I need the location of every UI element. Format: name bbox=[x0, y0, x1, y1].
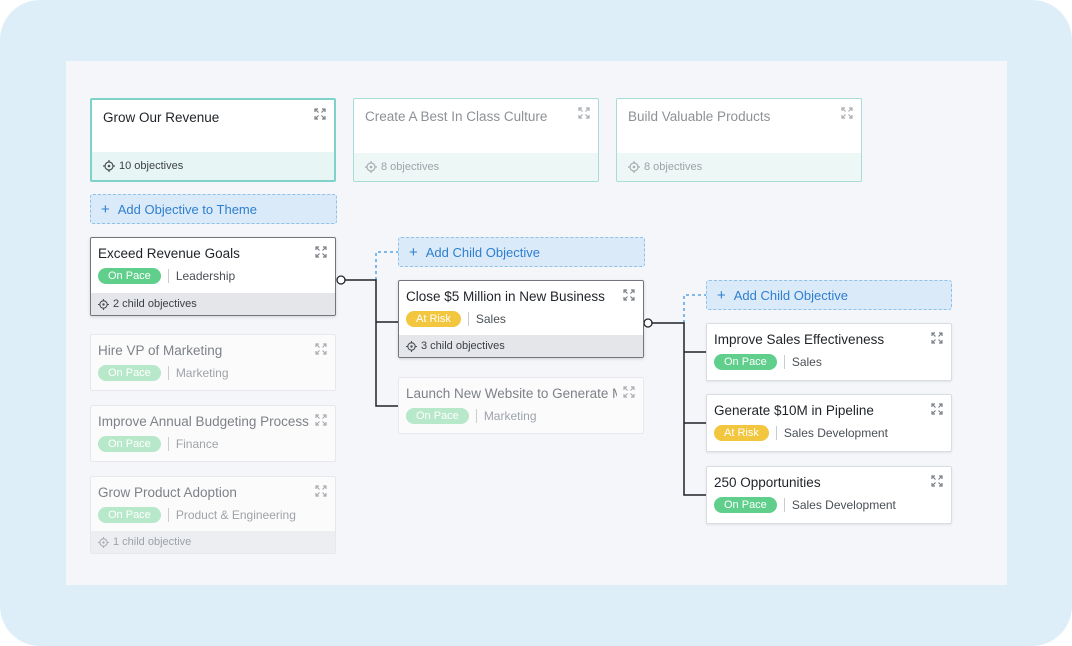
status-badge: On Pace bbox=[714, 497, 777, 513]
expand-icon[interactable] bbox=[931, 475, 943, 487]
objective-card-launch-website[interactable]: Launch New Website to Generate More Lead… bbox=[398, 377, 644, 434]
theme-objective-count: 10 objectives bbox=[92, 152, 334, 180]
objective-card-budgeting[interactable]: Improve Annual Budgeting Process On Pace… bbox=[90, 405, 336, 462]
objective-card-hire-vp[interactable]: Hire VP of Marketing On Pace Marketing bbox=[90, 334, 336, 391]
objective-card-sales-effectiveness[interactable]: Improve Sales Effectiveness On Pace Sale… bbox=[706, 323, 952, 381]
expand-icon[interactable] bbox=[315, 246, 327, 258]
target-icon bbox=[98, 536, 109, 548]
expand-icon[interactable] bbox=[315, 414, 327, 426]
target-icon bbox=[365, 161, 377, 173]
theme-title: Create A Best In Class Culture bbox=[365, 109, 548, 124]
theme-card-culture[interactable]: Create A Best In Class Culture 8 objecti… bbox=[353, 98, 599, 182]
expand-icon[interactable] bbox=[314, 108, 326, 120]
objective-card-250-opportunities[interactable]: 250 Opportunities On Pace Sales Developm… bbox=[706, 466, 952, 524]
objective-title: Improve Sales Effectiveness bbox=[714, 332, 885, 347]
child-objective-count[interactable]: 1 child objective bbox=[91, 531, 335, 553]
objective-title: Launch New Website to Generate More Lead… bbox=[406, 386, 617, 401]
child-objective-count[interactable]: 3 child objectives bbox=[399, 335, 643, 357]
status-badge: On Pace bbox=[98, 365, 161, 381]
objective-title: Exceed Revenue Goals bbox=[98, 246, 240, 261]
target-icon bbox=[628, 161, 640, 173]
objective-card-generate-pipeline[interactable]: Generate $10M in Pipeline At Risk Sales … bbox=[706, 394, 952, 452]
status-badge: On Pace bbox=[98, 507, 161, 523]
objective-title: Hire VP of Marketing bbox=[98, 343, 223, 358]
status-badge: On Pace bbox=[98, 436, 161, 452]
expand-icon[interactable] bbox=[315, 343, 327, 355]
expand-icon[interactable] bbox=[931, 403, 943, 415]
theme-objective-count: 8 objectives bbox=[354, 153, 598, 181]
objective-card-close-5m[interactable]: Close $5 Million in New Business At Risk… bbox=[398, 280, 644, 358]
add-child-objective-button[interactable]: + Add Child Objective bbox=[398, 237, 645, 267]
add-child-objective-button[interactable]: + Add Child Objective bbox=[706, 280, 952, 310]
expand-icon[interactable] bbox=[315, 485, 327, 497]
theme-card-grow-revenue[interactable]: Grow Our Revenue 10 objectives bbox=[90, 98, 336, 182]
theme-objective-count: 8 objectives bbox=[617, 153, 861, 181]
theme-title: Grow Our Revenue bbox=[103, 110, 220, 125]
status-badge: On Pace bbox=[714, 354, 777, 370]
team-label: Sales Development bbox=[783, 426, 888, 440]
team-label: Finance bbox=[175, 437, 219, 451]
team-label: Sales bbox=[791, 355, 822, 369]
objective-title: Improve Annual Budgeting Process bbox=[98, 414, 309, 429]
status-badge: At Risk bbox=[406, 311, 461, 327]
target-icon bbox=[103, 160, 115, 172]
objective-title: Generate $10M in Pipeline bbox=[714, 403, 874, 418]
team-label: Marketing bbox=[175, 366, 229, 380]
expand-icon[interactable] bbox=[578, 107, 590, 119]
expand-icon[interactable] bbox=[623, 386, 635, 398]
plus-icon: + bbox=[717, 286, 726, 304]
expand-icon[interactable] bbox=[841, 107, 853, 119]
expand-icon[interactable] bbox=[931, 332, 943, 344]
expand-icon[interactable] bbox=[623, 289, 635, 301]
team-label: Sales bbox=[475, 312, 506, 326]
theme-card-products[interactable]: Build Valuable Products 8 objectives bbox=[616, 98, 862, 182]
target-icon bbox=[406, 340, 417, 352]
objective-card-product-adoption[interactable]: Grow Product Adoption On Pace Product & … bbox=[90, 476, 336, 554]
objective-title: 250 Opportunities bbox=[714, 475, 821, 490]
status-badge: On Pace bbox=[406, 408, 469, 424]
plus-icon: + bbox=[409, 243, 418, 261]
target-icon bbox=[98, 298, 109, 310]
status-badge: At Risk bbox=[714, 425, 769, 441]
objective-title: Grow Product Adoption bbox=[98, 485, 237, 500]
team-label: Sales Development bbox=[791, 498, 896, 512]
team-label: Leadership bbox=[175, 269, 236, 283]
team-label: Product & Engineering bbox=[175, 508, 296, 522]
child-objective-count[interactable]: 2 child objectives bbox=[91, 293, 335, 315]
theme-title: Build Valuable Products bbox=[628, 109, 771, 124]
objective-card-exceed-revenue[interactable]: Exceed Revenue Goals On Pace Leadership … bbox=[90, 237, 336, 316]
objective-title: Close $5 Million in New Business bbox=[406, 289, 605, 304]
add-objective-to-theme-button[interactable]: + Add Objective to Theme bbox=[90, 194, 337, 224]
status-badge: On Pace bbox=[98, 268, 161, 284]
team-label: Marketing bbox=[483, 409, 537, 423]
plus-icon: + bbox=[101, 200, 110, 218]
